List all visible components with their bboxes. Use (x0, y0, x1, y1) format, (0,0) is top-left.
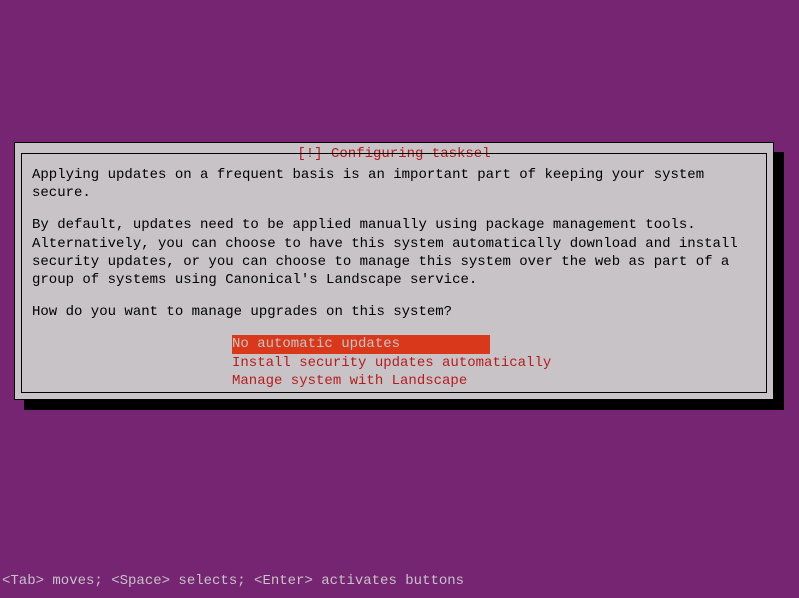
dialog-paragraph-2: By default, updates need to be applied m… (32, 216, 756, 289)
tasksel-dialog: [!] Configuring tasksel Applying updates… (14, 142, 774, 400)
option-manage-with-landscape[interactable]: Manage system with Landscape (232, 372, 467, 390)
dialog-prompt: How do you want to manage upgrades on th… (32, 303, 756, 321)
dialog-inner: Applying updates on a frequent basis is … (21, 153, 767, 393)
dialog-paragraph-1: Applying updates on a frequent basis is … (32, 166, 756, 202)
options-list: No automatic updates Install security up… (232, 335, 756, 390)
option-install-security-updates[interactable]: Install security updates automatically (232, 354, 551, 372)
footer-hint: <Tab> moves; <Space> selects; <Enter> ac… (2, 572, 464, 590)
option-no-automatic-updates[interactable]: No automatic updates (232, 335, 490, 353)
